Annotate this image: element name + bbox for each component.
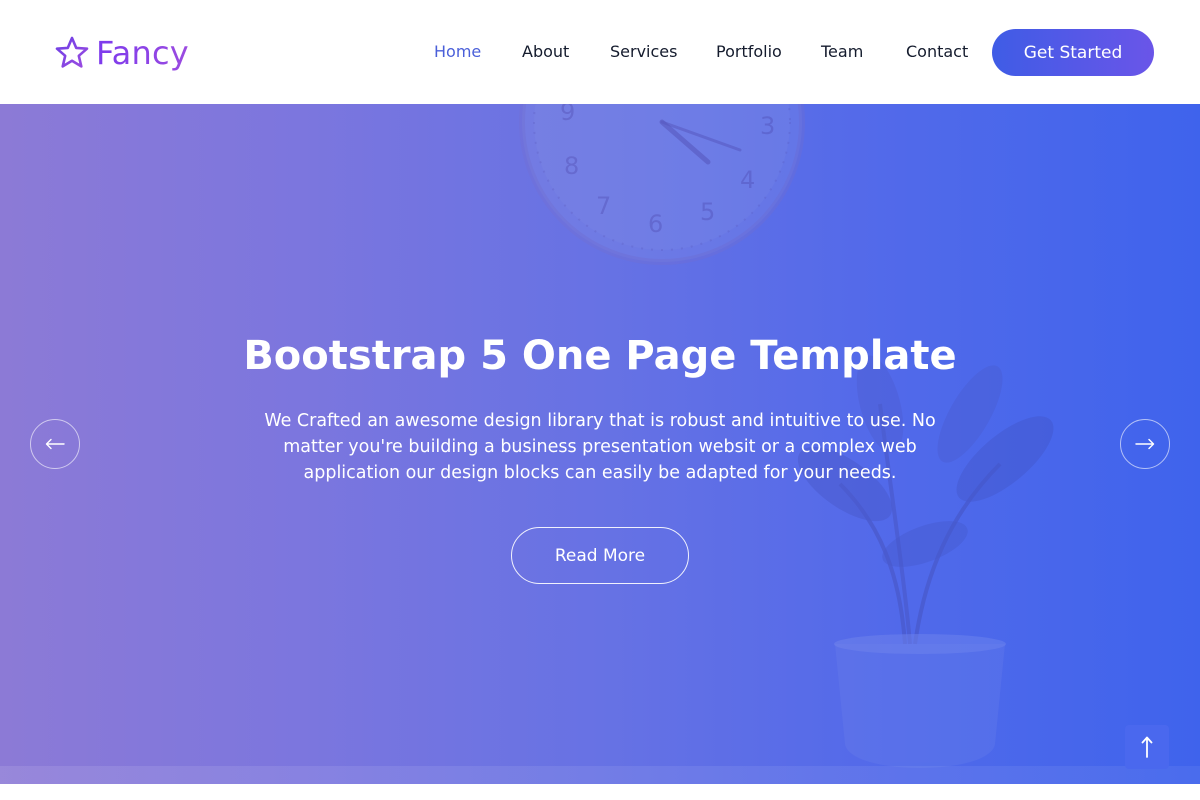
scroll-to-top-button[interactable]	[1125, 725, 1169, 769]
star-outline-icon	[55, 36, 89, 68]
carousel-next-button[interactable]	[1120, 419, 1170, 469]
nav-link-home[interactable]: Home	[434, 41, 481, 63]
read-more-button[interactable]: Read More	[511, 527, 689, 584]
svg-text:6: 6	[648, 210, 663, 238]
get-started-button[interactable]: Get Started	[992, 29, 1154, 76]
nav-link-contact[interactable]: Contact	[906, 41, 968, 63]
carousel-prev-button[interactable]	[30, 419, 80, 469]
hero-description: We Crafted an awesome design library tha…	[264, 411, 936, 483]
svg-text:9: 9	[560, 104, 575, 126]
nav-link-about[interactable]: About	[522, 41, 569, 63]
svg-text:3: 3	[760, 112, 775, 140]
nav-link-services[interactable]: Services	[610, 41, 677, 63]
nav-link-portfolio[interactable]: Portfolio	[716, 41, 782, 63]
nav-link-team[interactable]: Team	[821, 41, 863, 63]
hero-title: Bootstrap 5 One Page Template	[243, 333, 957, 379]
brand-logo[interactable]: Fancy	[54, 33, 189, 73]
hero-slider: 9 8 7 6 5 4 3 Bootstrap 5 One Page Templ…	[0, 104, 1200, 784]
svg-text:7: 7	[596, 192, 611, 220]
brand-name: Fancy	[96, 34, 189, 72]
svg-text:8: 8	[564, 152, 579, 180]
svg-text:4: 4	[740, 166, 755, 194]
svg-text:5: 5	[700, 198, 715, 226]
arrow-up-icon	[1141, 736, 1153, 758]
arrow-left-icon	[45, 438, 65, 450]
site-header: Fancy Home About Services Portfolio Team…	[0, 0, 1200, 104]
hero-bottom-strip	[0, 766, 1200, 784]
arrow-right-icon	[1135, 438, 1155, 450]
